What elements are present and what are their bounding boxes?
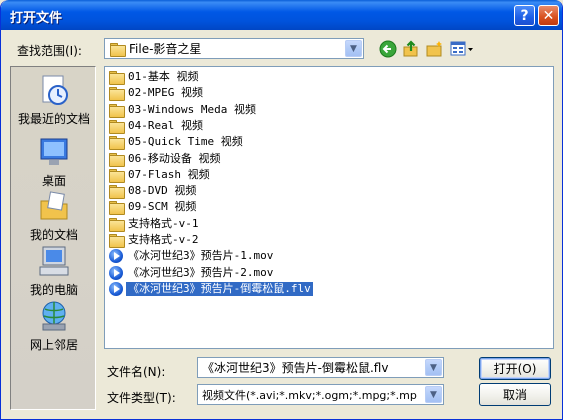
- lookin-value: File-影音之星: [129, 42, 202, 56]
- file-name: 05-Quick Time 视频: [128, 135, 243, 149]
- place-desktop[interactable]: 桌面: [11, 135, 97, 189]
- views-menu-icon: [450, 41, 473, 56]
- lookin-label: 查找范围(I):: [17, 44, 82, 58]
- folder-list-item[interactable]: 支持格式-v-1: [108, 216, 201, 232]
- new-folder-icon: [426, 41, 442, 57]
- folder-list-item[interactable]: 08-DVD 视频: [108, 183, 198, 200]
- places-bar: 我最近的文档 桌面 我的文档 我的电脑 网上邻居: [10, 66, 96, 410]
- media-file-list-item[interactable]: 《冰河世纪3》预告片-1.mov: [108, 248, 275, 264]
- open-file-dialog: 打开文件 ? ✕ 查找范围(I): File-影音之星 ▼ 我最近的文档 桌面 …: [0, 0, 563, 420]
- network-places-icon: [37, 299, 71, 333]
- folder-icon: [108, 118, 125, 134]
- place-label: 我的电脑: [29, 283, 78, 297]
- folder-list-item[interactable]: 07-Flash 视频: [108, 167, 212, 183]
- folder-list-item[interactable]: 05-Quick Time 视频: [108, 134, 245, 151]
- file-name: 《冰河世纪3》预告片-2.mov: [128, 265, 274, 279]
- filename-combo[interactable]: 《冰河世纪3》预告片-倒霉松鼠.flv ▼: [197, 357, 444, 378]
- folder-list-item[interactable]: 04-Real 视频: [108, 118, 205, 134]
- close-button[interactable]: ✕: [538, 5, 559, 26]
- file-name: 08-DVD 视频: [128, 184, 197, 198]
- folder-list-item[interactable]: 06-移动设备 视频: [108, 151, 223, 167]
- place-label: 桌面: [41, 174, 66, 188]
- place-my-computer[interactable]: 我的电脑: [11, 244, 97, 298]
- folder-icon: [108, 232, 125, 248]
- media-file-icon: [108, 265, 124, 281]
- views-menu-button[interactable]: [449, 39, 475, 59]
- close-icon: ✕: [542, 7, 555, 24]
- folder-icon: [108, 183, 125, 200]
- file-name: 支持格式-v-2: [128, 233, 199, 246]
- my-computer-icon: [37, 244, 71, 278]
- chevron-down-icon[interactable]: ▼: [425, 359, 442, 376]
- folder-list-item[interactable]: 03-Windows Meda 视频: [108, 102, 258, 118]
- place-label: 网上邻居: [29, 338, 78, 352]
- chevron-down-icon[interactable]: ▼: [345, 40, 362, 57]
- media-file-icon: [108, 248, 124, 264]
- help-button[interactable]: ?: [514, 5, 535, 26]
- back-arrow-icon: [379, 40, 397, 58]
- folder-list-item[interactable]: 02-MPEG 视频: [108, 85, 205, 102]
- folder-icon: [108, 199, 125, 216]
- folder-list-item[interactable]: 支持格式-v-2: [108, 232, 201, 248]
- file-name: 02-MPEG 视频: [128, 86, 203, 100]
- folder-icon: [108, 216, 125, 232]
- chevron-down-icon[interactable]: ▼: [425, 386, 442, 403]
- filename-input[interactable]: 《冰河世纪3》预告片-倒霉松鼠.flv: [198, 359, 425, 376]
- file-name: 《冰河世纪3》预告片-1.mov: [128, 249, 274, 263]
- file-name: 03-Windows Meda 视频: [128, 102, 256, 116]
- recent-documents-icon: [37, 73, 71, 107]
- place-recent-documents[interactable]: 我最近的文档: [11, 73, 97, 127]
- back-button[interactable]: [378, 39, 398, 59]
- media-file-icon: [108, 281, 124, 297]
- filetype-combo[interactable]: 视频文件(*.avi;*.mkv;*.ogm;*.mpg;*.mp ▼: [197, 384, 444, 405]
- place-label: 我的文档: [29, 228, 78, 242]
- up-folder-button[interactable]: [401, 39, 421, 59]
- file-name: 04-Real 视频: [128, 118, 203, 132]
- folder-list-item[interactable]: 01-基本 视频: [108, 69, 201, 85]
- window-title: 打开文件: [10, 11, 63, 26]
- folder-list-item[interactable]: 09-SCM 视频: [108, 199, 198, 216]
- open-button[interactable]: 打开(O): [479, 357, 551, 380]
- filetype-value: 视频文件(*.avi;*.mkv;*.ogm;*.mpg;*.mp: [202, 388, 417, 402]
- title-bar[interactable]: 打开文件 ? ✕: [1, 0, 562, 30]
- lookin-combo[interactable]: File-影音之星 ▼: [104, 38, 364, 59]
- file-name: 09-SCM 视频: [128, 200, 197, 214]
- cancel-button[interactable]: 取消: [479, 383, 551, 406]
- media-file-list-item[interactable]: 《冰河世纪3》预告片-倒霉松鼠.flv: [108, 280, 314, 297]
- file-name: 01-基本 视频: [128, 70, 199, 83]
- media-file-list-item[interactable]: 《冰河世纪3》预告片-2.mov: [108, 265, 275, 281]
- folder-icon: [108, 134, 125, 151]
- my-documents-icon: [37, 189, 71, 223]
- desktop-icon: [37, 135, 71, 169]
- folder-icon: [108, 69, 125, 85]
- filetype-label: 文件类型(T):: [107, 391, 176, 405]
- folder-icon: [108, 167, 125, 183]
- place-my-documents[interactable]: 我的文档: [11, 189, 97, 243]
- folder-icon: [108, 151, 125, 167]
- file-list[interactable]: 01-基本 视频 02-MPEG 视频 03-Windows Meda 视频 04-R…: [104, 66, 554, 349]
- new-folder-button[interactable]: [425, 39, 445, 59]
- file-name: 支持格式-v-1: [128, 216, 199, 230]
- file-name: 《冰河世纪3》预告片-倒霉松鼠.flv: [125, 280, 314, 297]
- file-name: 07-Flash 视频: [128, 167, 210, 181]
- file-name: 06-移动设备 视频: [128, 151, 221, 165]
- folder-icon: [108, 85, 125, 102]
- place-label: 我最近的文档: [17, 112, 90, 126]
- up-folder-icon: [403, 40, 418, 57]
- folder-icon: [109, 41, 126, 57]
- help-icon: ?: [520, 7, 529, 24]
- place-network[interactable]: 网上邻居: [11, 299, 97, 353]
- folder-icon: [108, 102, 125, 118]
- filename-label: 文件名(N):: [107, 365, 166, 379]
